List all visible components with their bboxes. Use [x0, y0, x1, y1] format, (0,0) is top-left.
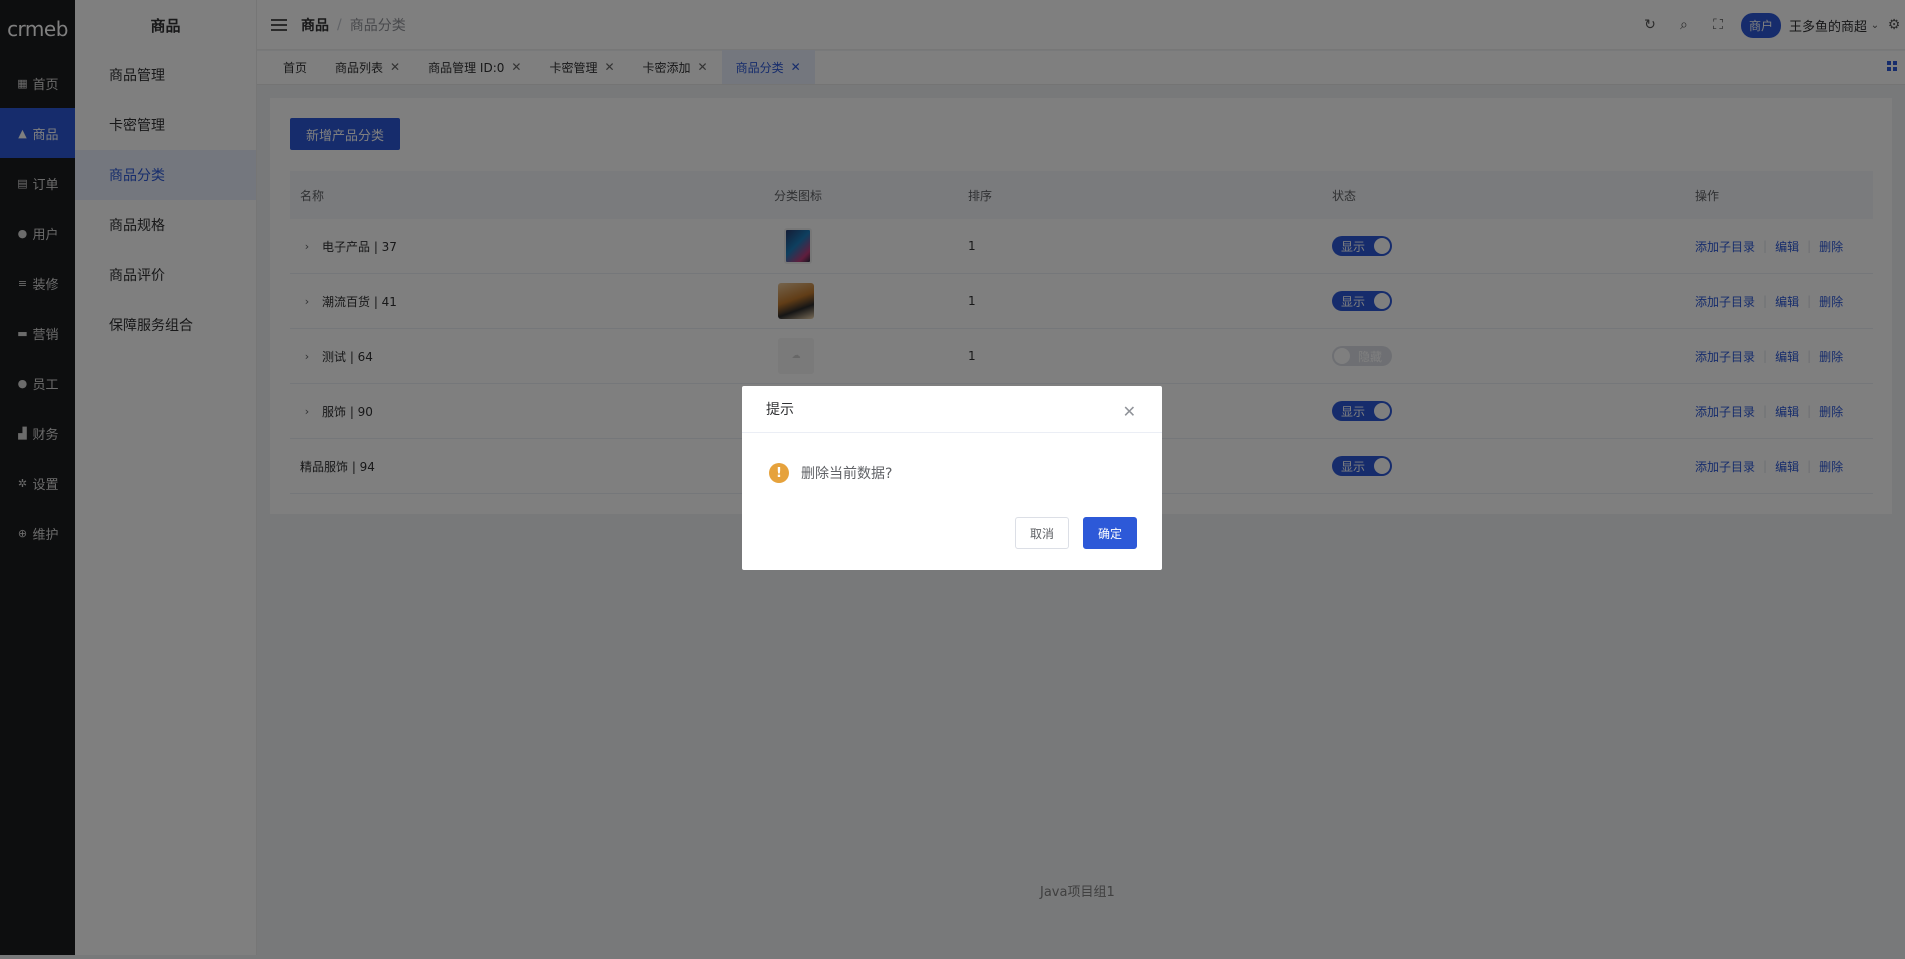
warning-icon: !	[769, 463, 789, 483]
cancel-button[interactable]: 取消	[1014, 517, 1069, 549]
confirm-button[interactable]: 确定	[1082, 517, 1137, 549]
confirm-dialog: 提示 ✕ ! 删除当前数据? 取消 确定	[742, 386, 1162, 570]
dialog-message: 删除当前数据?	[801, 466, 893, 482]
close-icon[interactable]: ✕	[1123, 402, 1136, 421]
dialog-title: 提示	[742, 386, 1162, 433]
